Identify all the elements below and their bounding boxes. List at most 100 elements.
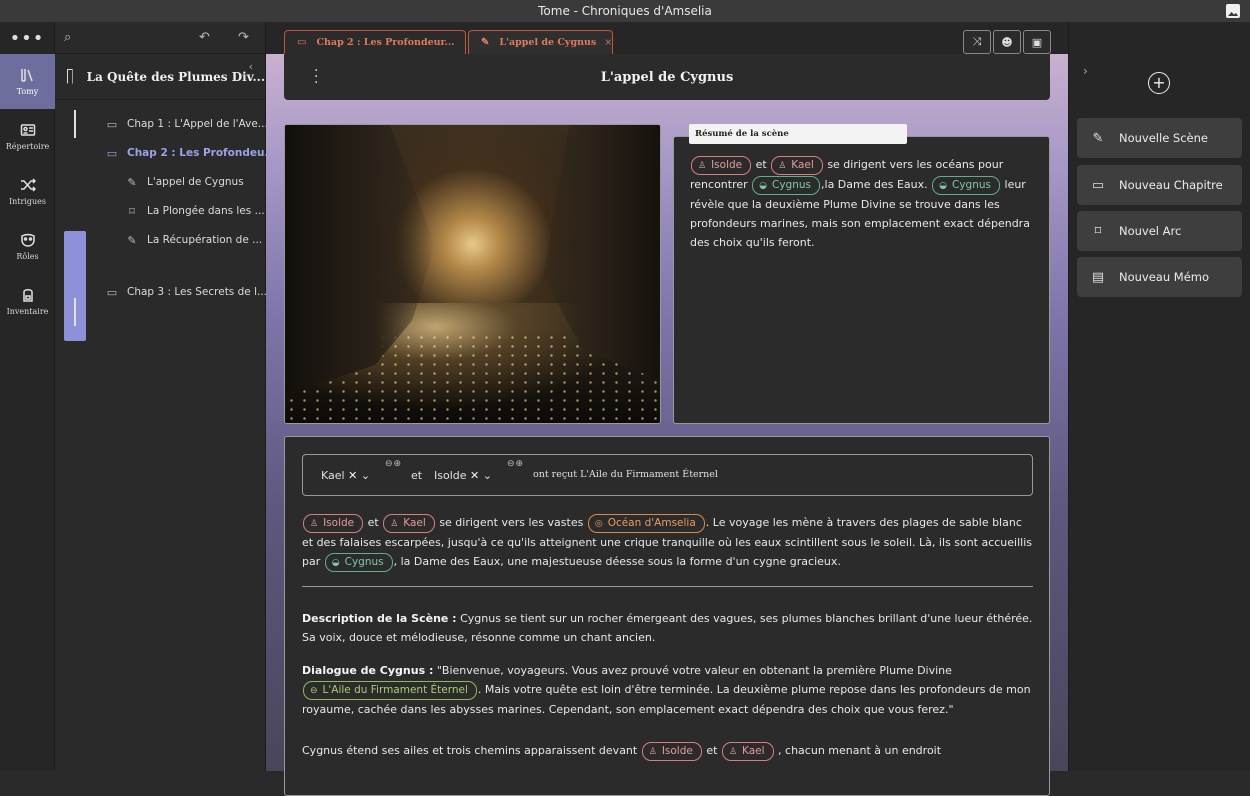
chip-character-isolde[interactable]: ♙ Isolde — [303, 514, 364, 533]
button-label: Nouvel Arc — [1119, 224, 1182, 238]
chip-character-isolde[interactable]: ♙ Isolde — [641, 742, 702, 761]
person-icon: ♙ — [698, 161, 707, 171]
rail-item-tomy[interactable]: Tomy — [0, 54, 55, 109]
book-title-row[interactable]: La Quête des Plumes Div... ‹ — [55, 54, 265, 100]
close-icon[interactable]: × — [604, 37, 612, 48]
contact-card-icon — [20, 124, 35, 136]
swan-icon: ◒ — [331, 558, 340, 568]
scene-illustration[interactable] — [284, 124, 661, 424]
chip-character-kael[interactable]: ♙ Kael — [721, 742, 774, 761]
redo-icon[interactable]: ↷ — [238, 30, 249, 45]
shuffle-icon: ⤨ — [972, 35, 982, 48]
remove-icon[interactable]: ✕ — [470, 469, 479, 482]
window-titlebar: Tome - Chroniques d'Amselia — [0, 0, 1250, 22]
divider — [302, 586, 1033, 587]
new-chapter-button[interactable]: ▭ Nouveau Chapitre — [1077, 165, 1242, 205]
scene-summary[interactable]: ♙ Isolde et ♙ Kael se dirigent vers les oc… — [673, 136, 1050, 424]
scroll-icon: ▭ — [106, 285, 118, 299]
rail-item-label: Intrigues — [8, 197, 47, 206]
tab-chapter-2[interactable]: ▭ Chap 2 : Les Profondeur... — [284, 30, 466, 54]
text-fragment: Cygnus étend ses ailes et trois chemins … — [302, 744, 638, 757]
tree-item-arc-plongee[interactable]: ⌑ La Plongée dans les ... — [125, 201, 265, 221]
chip-npc-cygnus[interactable]: ◒ Cygnus — [752, 176, 821, 195]
feather-icon: ✎ — [127, 233, 137, 247]
summary-text-fragment: ,la Dame des Eaux. — [821, 178, 928, 191]
add-circle-button[interactable]: + — [1148, 72, 1170, 94]
tree-item-label: Chap 2 : Les Profondeu... — [127, 147, 277, 159]
description-label: Description de la Scène : — [302, 612, 457, 625]
shuffle-icon — [20, 178, 36, 192]
chip-label: Kael — [791, 159, 814, 171]
create-panel: › + ✎ Nouvelle Scène ▭ Nouveau Chapitre … — [1068, 22, 1250, 771]
chip-character-kael[interactable]: ♙ Kael — [383, 514, 435, 533]
feather-icon: ✎ — [1092, 130, 1104, 146]
rail-item-label: Inventaire — [6, 307, 49, 316]
image-icon[interactable] — [1226, 4, 1240, 18]
bookmark-icon: ⌑ — [1094, 223, 1102, 239]
books-icon — [20, 69, 33, 82]
search-icon[interactable]: ⌕ — [64, 30, 71, 45]
menu-dots-button[interactable]: ••• — [0, 22, 54, 54]
text-fragment: , la Dame des Eaux, une majestueuse dées… — [393, 555, 841, 568]
scene-content[interactable]: Kael ✕ ⌄ ⊖⊕ et Isolde ✕ ⌄ ⊖⊕ ont reçut L… — [284, 436, 1050, 796]
feather-icon: ✎ — [127, 175, 137, 189]
undo-icon[interactable]: ↶ — [199, 30, 210, 45]
tab-label: Chap 2 : Les Profondeur... — [316, 37, 455, 48]
chip-place-ocean[interactable]: ◎ Océan d'Amselia — [587, 514, 705, 533]
chip-label: Cygnus — [952, 179, 992, 191]
tree-item-chapter-1[interactable]: ▭ Chap 1 : L'Appel de l'Ave... — [105, 114, 268, 134]
scene-header: · · · L'appel de Cygnus — [284, 54, 1050, 100]
character-select-2[interactable]: Isolde ✕ ⌄ — [434, 469, 492, 482]
compass-icon: ◎ — [594, 519, 603, 529]
tree-item-label: La Plongée dans les ... — [147, 205, 265, 217]
new-arc-button[interactable]: ⌑ Nouvel Arc — [1077, 211, 1242, 251]
book-title: La Quête des Plumes Div... — [86, 69, 265, 84]
rail-item-repertoire[interactable]: Répertoire — [0, 109, 55, 164]
tab-label: L'appel de Cygnus — [499, 37, 597, 48]
tree-item-label: L'appel de Cygnus — [147, 176, 244, 188]
button-label: Nouveau Mémo — [1119, 270, 1210, 284]
chip-item-aile[interactable]: ⊖ L'Aile du Firmament Éternel — [303, 681, 477, 700]
text-fragment: se dirigent vers les vastes — [439, 516, 584, 529]
bookmark-icon — [67, 69, 73, 84]
add-remove-controls[interactable]: ⊖⊕ — [507, 459, 524, 469]
chip-label: Cygnus — [772, 179, 812, 191]
chip-label: Isolde — [661, 745, 693, 757]
window-title: Tome - Chroniques d'Amselia — [538, 4, 712, 18]
button-label: Nouvelle Scène — [1119, 131, 1208, 145]
item-icon: ⊖ — [310, 686, 318, 696]
chip-npc-cygnus[interactable]: ◒ Cygnus — [324, 553, 393, 572]
chevron-left-icon[interactable]: ‹ — [249, 60, 253, 73]
inventory-button[interactable]: ▣ — [1023, 30, 1051, 54]
receipt-and: et — [411, 469, 423, 482]
rail-item-inventaire[interactable]: Inventaire — [0, 274, 55, 329]
body-paragraph: Dialogue de Cygnus : "Bienvenue, voyageu… — [302, 661, 1033, 719]
bookmark-icon: ⌑ — [129, 204, 135, 218]
tree-item-scene-recuperation[interactable]: ✎ La Récupération de ... — [125, 230, 262, 250]
chip-character-kael[interactable]: ♙ Kael — [771, 156, 823, 175]
new-scene-button[interactable]: ✎ Nouvelle Scène — [1077, 118, 1242, 158]
chevron-right-icon[interactable]: › — [1083, 64, 1088, 78]
rail-item-intrigues[interactable]: Intrigues — [0, 164, 55, 219]
text-fragment: "Bienvenue, voyageurs. Vous avez prouvé … — [436, 664, 952, 677]
new-memo-button[interactable]: ▤ Nouveau Mémo — [1077, 257, 1242, 297]
roles-button[interactable]: ☻ — [993, 30, 1021, 54]
tree-item-chapter-2[interactable]: ▭ Chap 2 : Les Profondeu... — [105, 143, 277, 163]
chip-character-isolde[interactable]: ♙ Isolde — [691, 156, 752, 175]
mask-icon — [20, 233, 35, 247]
dialogue-label: Dialogue de Cygnus : — [302, 664, 434, 677]
chapter-icon: ▭ — [297, 37, 307, 48]
outline-toolbar: ⌕ ↶ ↷ — [55, 22, 265, 54]
character-select-1[interactable]: Kael ✕ ⌄ — [321, 469, 370, 482]
kebab-menu-icon[interactable]: · · · — [314, 64, 318, 90]
tree-item-scene-cygnus[interactable]: ✎ L'appel de Cygnus — [125, 172, 244, 192]
tab-scene-cygnus[interactable]: ✎ L'appel de Cygnus × — [468, 30, 613, 54]
shuffle-button[interactable]: ⤨ — [963, 30, 991, 54]
add-remove-controls[interactable]: ⊖⊕ — [385, 459, 402, 469]
text-fragment: et — [706, 744, 718, 757]
rail-item-roles[interactable]: Rôles — [0, 219, 55, 274]
tree-item-chapter-3[interactable]: ▭ Chap 3 : Les Secrets de l... — [105, 282, 267, 302]
chip-npc-cygnus[interactable]: ◒ Cygnus — [932, 176, 1001, 195]
tree-item-label: La Récupération de ... — [147, 234, 263, 246]
remove-icon[interactable]: ✕ — [348, 469, 357, 482]
